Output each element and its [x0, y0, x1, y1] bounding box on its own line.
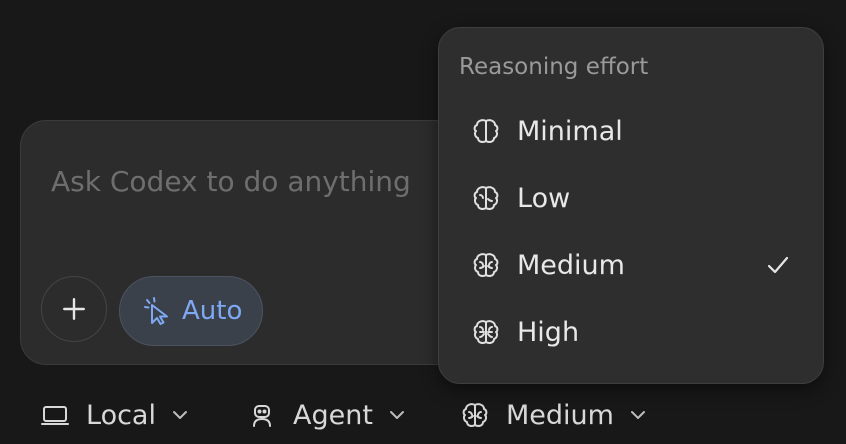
bottom-toolbar: Local Agent Medium	[0, 386, 846, 444]
brain-icon	[460, 400, 490, 430]
menu-item-high[interactable]: High	[449, 304, 813, 360]
cursor-pointer-icon	[144, 297, 168, 325]
menu-item-label: Minimal	[517, 115, 623, 147]
plus-icon	[63, 298, 85, 320]
codex-screen: Auto Local	[0, 0, 846, 444]
reasoning-label: Medium	[506, 399, 614, 431]
brain-icon	[471, 183, 501, 213]
brain-icon	[471, 317, 501, 347]
menu-item-label: Medium	[517, 249, 625, 281]
robot-icon	[247, 400, 277, 430]
agent-selector[interactable]: Agent	[247, 386, 407, 444]
checkmark-icon	[767, 256, 789, 274]
prompt-input[interactable]	[51, 165, 491, 198]
auto-mode-label: Auto	[182, 296, 243, 326]
environment-label: Local	[86, 399, 156, 431]
laptop-icon	[40, 400, 70, 430]
menu-item-low[interactable]: Low	[449, 170, 813, 226]
chevron-down-icon	[389, 411, 404, 419]
chevron-down-icon	[172, 411, 187, 419]
agent-label: Agent	[293, 399, 373, 431]
menu-item-medium[interactable]: Medium	[449, 237, 813, 293]
reasoning-selector[interactable]: Medium	[460, 386, 648, 444]
brain-outline-icon	[471, 116, 501, 146]
reasoning-effort-menu: Reasoning effort Minimal Low Medium High	[438, 27, 824, 384]
menu-title: Reasoning effort	[459, 54, 649, 80]
brain-icon	[471, 250, 501, 280]
auto-mode-button[interactable]: Auto	[119, 276, 264, 346]
chevron-down-icon	[630, 411, 645, 419]
menu-item-minimal[interactable]: Minimal	[449, 103, 813, 159]
environment-selector[interactable]: Local	[40, 386, 190, 444]
add-button[interactable]	[41, 276, 107, 342]
menu-item-label: High	[517, 316, 580, 348]
menu-item-label: Low	[517, 182, 571, 214]
